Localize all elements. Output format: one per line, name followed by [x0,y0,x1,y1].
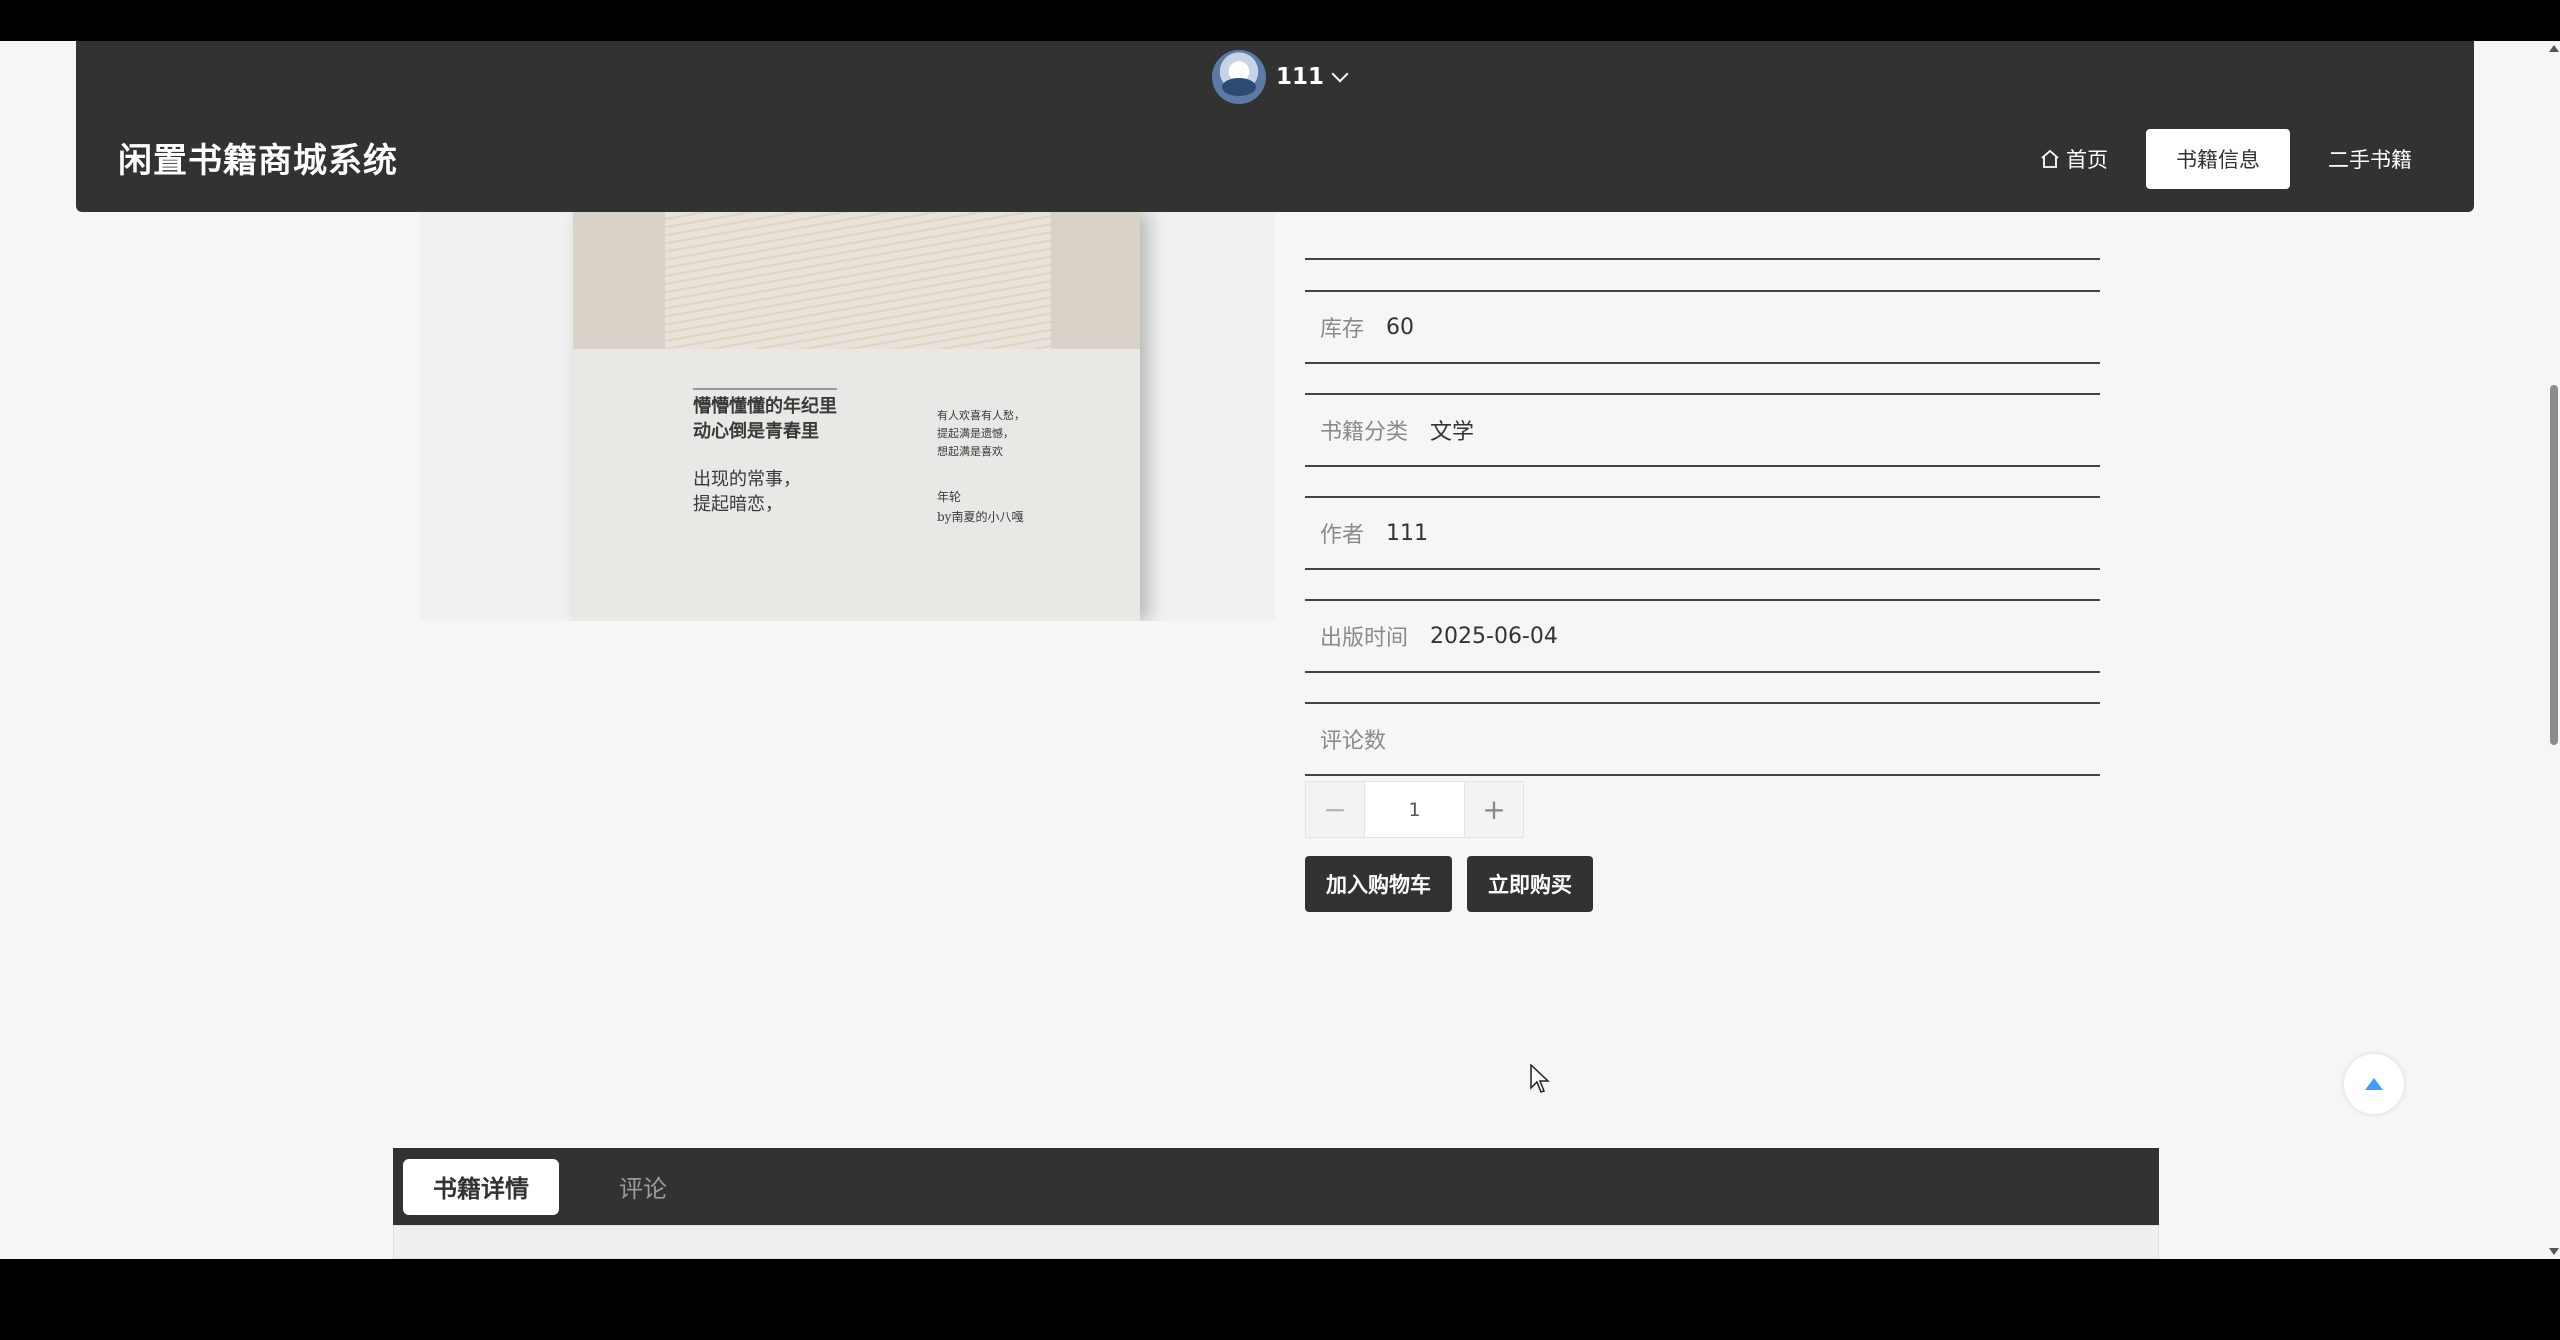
quantity-stepper: − + [1305,781,1524,838]
book-cover-image: 懵懵懂懂的年纪里 动心倒是青春里 出现的常事， 提起暗恋， 有人欢喜有人愁， 提… [420,212,1275,621]
info-row-publish-date: 出版时间 2025-06-04 [1305,601,2100,671]
top-header: 111 闲置书籍商城系统 首页 书籍信息 二手书籍 [76,41,2474,212]
scroll-down-icon[interactable] [2549,1248,2559,1255]
cover-text-main: 懵懵懂懂的年纪里 动心倒是青春里 [693,388,837,444]
tab-comments[interactable]: 评论 [589,1159,697,1215]
category-value: 文学 [1430,420,1475,445]
tab-book-details[interactable]: 书籍详情 [403,1158,559,1215]
tab-panel [393,1225,2159,1259]
site-title: 闲置书籍商城系统 [118,141,398,181]
page-viewport: 111 闲置书籍商城系统 首页 书籍信息 二手书籍 懵懵懂懂的年纪里 动心倒是青… [0,41,2560,1259]
publish-date-label: 出版时间 [1320,626,1409,651]
user-menu[interactable]: 111 [1212,47,1349,107]
category-label: 书籍分类 [1320,420,1409,445]
main-nav: 首页 书籍信息 二手书籍 [2030,129,2422,189]
info-row-comment-count: 评论数 [1305,704,2100,774]
avatar[interactable] [1212,50,1266,104]
author-value: 111 [1386,520,1429,546]
cover-author: 年轮 by南夏的小八嘎 [937,490,1024,524]
nav-used-books[interactable]: 二手书籍 [2318,129,2422,189]
stock-label: 库存 [1320,317,1365,342]
home-icon [2041,149,2059,168]
vertical-scrollbar[interactable] [2548,41,2560,1259]
author-label: 作者 [1320,523,1365,548]
scroll-thumb[interactable] [2550,385,2558,745]
info-row-category: 书籍分类 文学 [1305,395,2100,465]
add-to-cart-button[interactable]: 加入购物车 [1305,856,1452,912]
info-row-author: 作者 111 [1305,498,2100,568]
nav-home-label: 首页 [2066,148,2108,172]
publish-date-value: 2025-06-04 [1430,623,1558,649]
back-to-top-button[interactable] [2344,1054,2404,1114]
arrow-up-icon [2365,1078,2383,1090]
scroll-up-icon[interactable] [2549,45,2559,52]
info-row-stock: 库存 60 [1305,292,2100,362]
buy-now-button[interactable]: 立即购买 [1467,856,1593,912]
nav-home[interactable]: 首页 [2030,129,2118,189]
wood-pattern [665,212,1051,349]
chevron-down-icon[interactable] [1331,65,1349,83]
detail-tabs: 书籍详情 评论 [393,1148,2159,1225]
user-name[interactable]: 111 [1276,64,1324,90]
stock-value: 60 [1386,314,1415,340]
comment-count-label: 评论数 [1320,729,1387,754]
book-cover: 懵懵懂懂的年纪里 动心倒是青春里 出现的常事， 提起暗恋， 有人欢喜有人愁， 提… [573,212,1140,621]
mouse-cursor-icon [1530,1064,1550,1093]
nav-book-info[interactable]: 书籍信息 [2146,129,2290,189]
cover-text-sub: 出现的常事， 提起暗恋， [693,469,801,515]
cover-text-small: 有人欢喜有人愁， 提起满是遗憾， 想起满是喜欢 [937,409,1025,458]
plus-button[interactable]: + [1465,782,1523,837]
minus-button[interactable]: − [1306,782,1364,837]
quantity-input[interactable] [1364,782,1465,837]
